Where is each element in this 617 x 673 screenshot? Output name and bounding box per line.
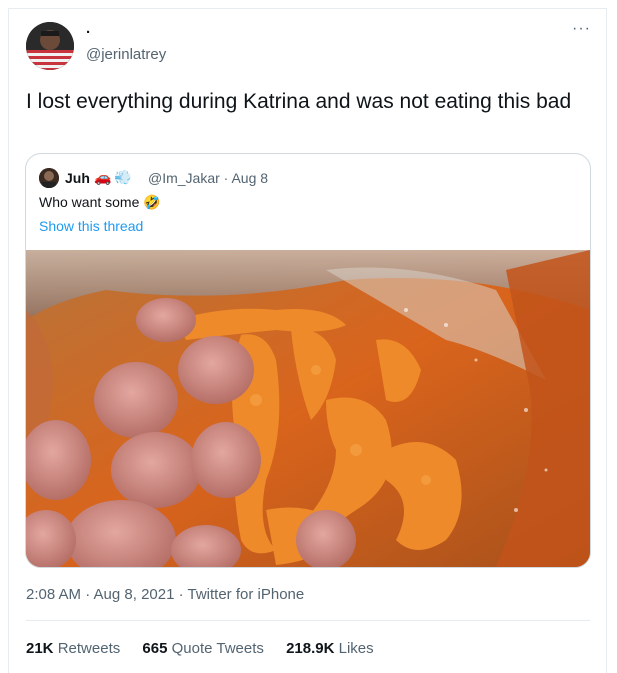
quoted-photo[interactable] [26, 250, 590, 567]
engagement-stats: 21K Retweets 665 Quote Tweets 218.9K Lik… [26, 640, 392, 657]
tweet-timestamp[interactable]: 2:08 AM · Aug 8, 2021 · Twitter for iPho… [26, 586, 304, 603]
tweet-text: I lost everything during Katrina and was… [26, 90, 572, 113]
retweets-stat[interactable]: 21K Retweets [26, 640, 120, 657]
author-display-name[interactable]: . [86, 20, 90, 37]
dash-emoji-icon: 💨 [114, 169, 132, 185]
likes-stat[interactable]: 218.9K Likes [286, 640, 374, 657]
quoted-author-avatar[interactable] [39, 168, 59, 188]
quoted-tweet[interactable]: Juh 🚗 💨 @Im_Jakar · Aug 8 Who want some … [25, 153, 591, 568]
more-icon[interactable]: ··· [572, 21, 591, 37]
likes-count: 218.9K [286, 640, 335, 657]
quoted-handle-date[interactable]: @Im_Jakar · Aug 8 [148, 170, 268, 186]
divider [26, 620, 590, 621]
quoted-text: Who want some 🤣 [39, 194, 161, 210]
likes-label: Likes [338, 640, 374, 657]
quotes-count: 665 [142, 640, 168, 657]
author-avatar[interactable] [26, 22, 74, 70]
quotes-label: Quote Tweets [171, 640, 264, 657]
retweets-label: Retweets [57, 640, 121, 657]
hotdogs-cheetos-photo-icon [26, 250, 590, 567]
retweets-count: 21K [26, 640, 54, 657]
car-emoji-icon: 🚗 [94, 169, 112, 185]
author-handle[interactable]: @jerinlatrey [86, 46, 166, 63]
quoted-display-name[interactable]: Juh [65, 170, 90, 186]
quote-tweets-stat[interactable]: 665 Quote Tweets [142, 640, 263, 657]
show-thread-link[interactable]: Show this thread [39, 218, 143, 234]
